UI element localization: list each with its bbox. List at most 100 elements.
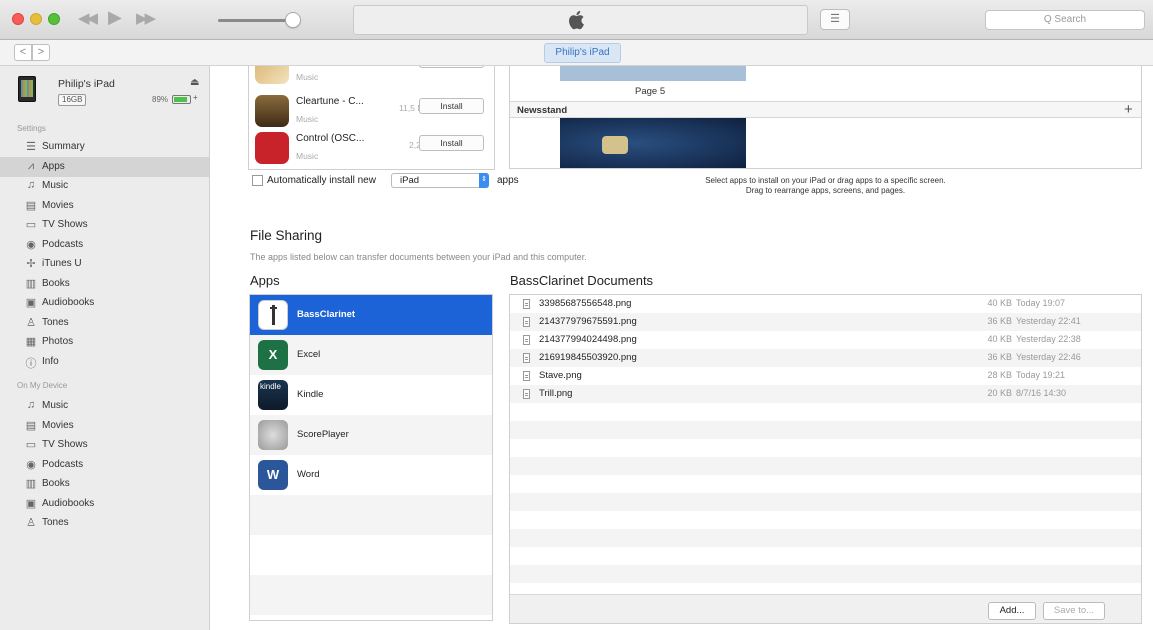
app-name: Cleartune - C...: [296, 96, 364, 107]
next-track-icon[interactable]: ▶▶: [136, 9, 156, 31]
music-icon: ♫: [26, 399, 36, 411]
sidebar: Philip's iPad ⏏ 16GB 89% + Settings ☰ Sum…: [0, 66, 210, 630]
home-screens-panel[interactable]: Page 5 Newsstand +: [509, 66, 1142, 169]
document-row[interactable]: 33985687556548.png 40 KB Today 19:07: [510, 295, 1141, 313]
sidebar-item-audiobooks[interactable]: ▣ Audiobooks: [0, 494, 209, 514]
search-input[interactable]: Q Search: [985, 10, 1145, 30]
previous-track-icon[interactable]: ◀◀: [78, 9, 98, 31]
install-button[interactable]: [419, 66, 484, 68]
battery-percentage: 89%: [152, 95, 169, 104]
word-icon: W: [258, 460, 288, 490]
sidebar-item-podcasts[interactable]: ◉ Podcasts: [0, 235, 209, 255]
sidebar-item-tones[interactable]: ♙ Tones: [0, 313, 209, 333]
documents-list[interactable]: 33985687556548.png 40 KB Today 19:07 214377…: [509, 294, 1142, 624]
document-row[interactable]: 214377979675591.png 36 KB Yesterday 22:41: [510, 313, 1141, 331]
hint-line-1: Select apps to install on your iPad or d…: [705, 176, 946, 185]
sidebar-item-movies[interactable]: ▤ Movies: [0, 416, 209, 436]
app-name: Kindle: [297, 389, 324, 400]
audiobooks-icon: ▣: [25, 497, 37, 510]
file-sharing-apps-list[interactable]: BassClarinet X Excel kindle Kindle Score…: [249, 294, 493, 621]
document-date: Today 19:07: [1016, 298, 1066, 308]
sidebar-item-books[interactable]: ▥ Books: [0, 274, 209, 294]
app-row[interactable]: Control (OSC... Music 2,2 MB Install: [249, 130, 494, 166]
file-sharing-app-word[interactable]: W Word: [250, 455, 492, 495]
sidebar-item-tv-shows[interactable]: ▭ TV Shows: [0, 215, 209, 235]
document-row[interactable]: 216919845503920.png 36 KB Yesterday 22:46: [510, 349, 1141, 367]
document-size: 36 KB: [987, 352, 1012, 362]
movies-icon: ▤: [25, 199, 37, 212]
app-row[interactable]: Music: [249, 66, 494, 88]
minimize-window-button[interactable]: [30, 13, 42, 25]
file-sharing-app-excel[interactable]: X Excel: [250, 335, 492, 375]
sidebar-item-info[interactable]: ⓘ Info: [0, 352, 209, 372]
newsstand-screen-thumbnail[interactable]: [560, 118, 746, 168]
file-sharing-app-scoreplayer[interactable]: ScorePlayer: [250, 415, 492, 455]
capacity-badge: 16GB: [58, 94, 87, 106]
sidebar-item-label: TV Shows: [42, 439, 88, 450]
sidebar-item-apps[interactable]: ⩘ Apps: [0, 156, 209, 177]
sidebar-item-label: Tones: [42, 316, 69, 328]
info-icon: ⓘ: [25, 357, 37, 370]
back-button[interactable]: <: [14, 44, 32, 61]
file-icon: [523, 371, 530, 381]
document-row[interactable]: 214377994024498.png 40 KB Yesterday 22:38: [510, 331, 1141, 349]
zoom-window-button[interactable]: [48, 13, 60, 25]
sidebar-item-tones[interactable]: ♙ Tones: [0, 513, 209, 533]
sidebar-item-photos[interactable]: ▦ Photos: [0, 332, 209, 352]
battery-icon: [172, 95, 191, 104]
movies-icon: ▤: [25, 419, 37, 432]
scoreplayer-icon: [258, 420, 288, 450]
page-label: Page 5: [635, 86, 666, 97]
document-size: 28 KB: [987, 370, 1012, 380]
document-size: 40 KB: [987, 334, 1012, 344]
sidebar-item-summary[interactable]: ☰ Summary: [0, 137, 209, 157]
sidebar-item-books[interactable]: ▥ Books: [0, 474, 209, 494]
title-bar: ◀◀ ▶ ▶▶ ☰ Q Search: [0, 0, 1153, 40]
document-row[interactable]: Trill.png 20 KB 8/7/16 14:30: [510, 385, 1141, 403]
document-date: Today 19:21: [1016, 370, 1066, 380]
save-to-button[interactable]: Save to...: [1043, 602, 1105, 620]
tones-icon: ♙: [26, 517, 36, 529]
install-button[interactable]: Install: [419, 98, 484, 114]
sidebar-item-music[interactable]: ♫ Music: [0, 396, 209, 416]
sidebar-item-label: Summary: [42, 141, 85, 152]
auto-install-device-select[interactable]: iPad: [391, 173, 489, 188]
sidebar-item-tv-shows[interactable]: ▭ TV Shows: [0, 435, 209, 455]
add-file-button[interactable]: Add...: [988, 602, 1036, 620]
file-sharing-app-bassclarinet[interactable]: BassClarinet: [250, 295, 492, 335]
auto-install-checkbox[interactable]: [252, 175, 263, 186]
sidebar-item-podcasts[interactable]: ◉ Podcasts: [0, 455, 209, 475]
file-icon: [523, 335, 530, 345]
forward-button[interactable]: >: [32, 44, 50, 61]
itunes-u-icon: ✢: [26, 258, 36, 270]
sidebar-item-audiobooks[interactable]: ▣ Audiobooks: [0, 293, 209, 313]
page-thumbnail[interactable]: [560, 66, 746, 81]
volume-slider[interactable]: [218, 19, 292, 22]
list-view-button[interactable]: ☰: [820, 9, 850, 30]
eject-icon[interactable]: ⏏: [190, 77, 199, 88]
install-button[interactable]: Install: [419, 135, 484, 151]
on-my-device-header: On My Device: [17, 381, 68, 390]
select-arrows-icon[interactable]: ⇕: [479, 173, 489, 188]
app-name: ScorePlayer: [297, 429, 349, 440]
sidebar-item-itunes-u[interactable]: ✢ iTunes U: [0, 254, 209, 274]
volume-slider-knob[interactable]: [285, 12, 301, 28]
play-icon[interactable]: ▶: [108, 7, 122, 29]
file-sharing-app-kindle[interactable]: kindle Kindle: [250, 375, 492, 415]
document-name: 214377994024498.png: [539, 334, 637, 345]
device-name[interactable]: Philip's iPad: [58, 78, 115, 90]
sidebar-item-music[interactable]: ♫ Music: [0, 176, 209, 196]
newsstand-app-icon[interactable]: [602, 136, 628, 154]
sidebar-item-movies[interactable]: ▤ Movies: [0, 196, 209, 216]
close-window-button[interactable]: [12, 13, 24, 25]
install-app-list[interactable]: Music Cleartune - C... Music 11,5 MB Ins…: [248, 66, 495, 170]
add-page-icon[interactable]: +: [1124, 101, 1133, 118]
sidebar-item-label: Music: [42, 180, 69, 191]
kindle-icon: kindle: [258, 380, 288, 410]
app-row[interactable]: Cleartune - C... Music 11,5 MB Install: [249, 93, 494, 129]
books-icon: ▥: [25, 478, 37, 490]
charging-icon: +: [193, 93, 198, 102]
sidebar-item-label: Audiobooks: [42, 297, 95, 308]
document-row[interactable]: Stave.png 28 KB Today 19:21: [510, 367, 1141, 385]
device-button[interactable]: Philip's iPad: [544, 43, 621, 63]
